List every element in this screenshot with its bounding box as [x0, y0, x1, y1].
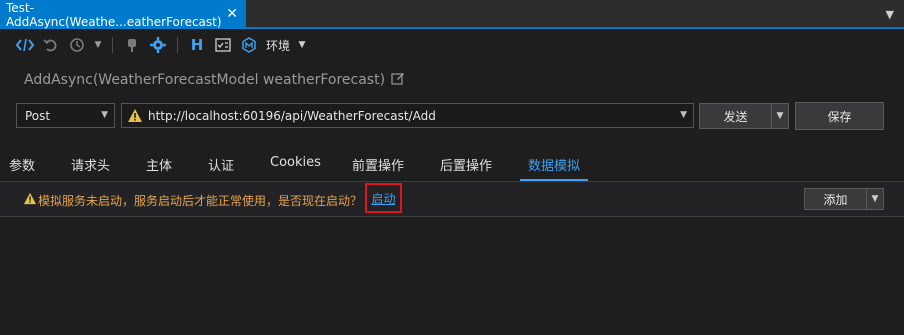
tab-list-chevron-icon[interactable]: ▼ — [886, 8, 894, 21]
api-title: AddAsync(WeatherForecastModel weatherFor… — [24, 71, 405, 89]
tab-headers[interactable]: 请求头 — [71, 155, 110, 174]
warning-icon — [127, 108, 143, 126]
api-title-text: AddAsync(WeatherForecastModel weatherFor… — [24, 72, 386, 88]
url-input[interactable]: http://localhost:60196/api/WeatherForeca… — [121, 103, 694, 128]
method-value: Post — [25, 108, 51, 123]
send-button[interactable]: 发送 — [699, 103, 772, 129]
tab-cookies[interactable]: Cookies — [270, 155, 321, 170]
chevron-down-icon: ▼ — [871, 194, 879, 204]
tab-auth[interactable]: 认证 — [208, 155, 234, 174]
edit-icon[interactable] — [391, 71, 405, 89]
add-button[interactable]: 添加 — [804, 188, 867, 210]
code-icon[interactable] — [16, 36, 34, 54]
environment-label[interactable]: 环境 — [266, 37, 290, 54]
form-icon[interactable] — [214, 36, 232, 54]
pin-icon[interactable] — [123, 36, 141, 54]
warning-icon — [23, 192, 37, 209]
mock-content-area — [0, 217, 904, 335]
chevron-down-icon: ▼ — [776, 111, 784, 121]
mock-icon[interactable] — [240, 36, 258, 54]
toolbar: ▼ H 环境 ▼ — [16, 34, 306, 56]
url-value: http://localhost:60196/api/WeatherForeca… — [148, 108, 436, 123]
gear-icon[interactable] — [149, 36, 167, 54]
start-service-link[interactable]: 启动 — [365, 183, 402, 213]
chevron-down-icon[interactable]: ▼ — [298, 36, 306, 54]
method-select[interactable]: Post ▼ — [16, 103, 115, 128]
undo-icon[interactable] — [42, 36, 60, 54]
add-dropdown-button[interactable]: ▼ — [867, 188, 884, 210]
document-tab[interactable]: Test-AddAsync(Weathe...eatherForecast) ✕ — [0, 0, 246, 29]
header-icon[interactable]: H — [188, 36, 206, 54]
tab-mock[interactable]: 数据模拟 — [528, 155, 580, 174]
chevron-down-icon[interactable]: ▼ — [680, 110, 687, 120]
chevron-down-icon: ▼ — [101, 110, 108, 120]
send-dropdown-button[interactable]: ▼ — [772, 103, 789, 129]
notice-text: 模拟服务未启动，服务启动后才能正常使用，是否现在启动？ — [38, 194, 363, 208]
close-icon[interactable]: ✕ — [226, 6, 238, 22]
chevron-down-icon[interactable]: ▼ — [94, 36, 102, 54]
tab-pre-actions[interactable]: 前置操作 — [352, 155, 404, 174]
document-tab-strip: Test-AddAsync(Weathe...eatherForecast) ✕… — [0, 0, 904, 29]
tab-body[interactable]: 主体 — [146, 155, 172, 174]
document-tab-title: Test-AddAsync(Weathe...eatherForecast) — [6, 0, 222, 29]
toolbar-divider — [177, 37, 178, 53]
history-icon[interactable] — [68, 36, 86, 54]
mock-service-notice: 模拟服务未启动，服务启动后才能正常使用，是否现在启动？ — [0, 181, 904, 217]
toolbar-divider — [112, 37, 113, 53]
save-button[interactable]: 保存 — [795, 102, 884, 130]
request-tabs: 参数 请求头 主体 认证 Cookies 前置操作 后置操作 数据模拟 — [0, 145, 904, 181]
tab-params[interactable]: 参数 — [9, 155, 35, 174]
tab-post-actions[interactable]: 后置操作 — [440, 155, 492, 174]
